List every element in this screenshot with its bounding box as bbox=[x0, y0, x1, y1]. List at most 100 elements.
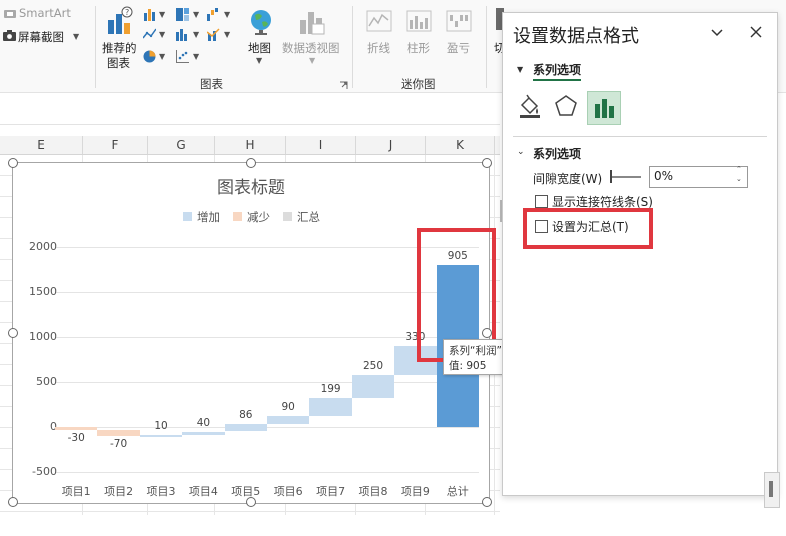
sparkline-winloss-icon[interactable] bbox=[446, 8, 472, 34]
column-header-F[interactable]: F bbox=[83, 136, 148, 154]
recommended-charts-label-2[interactable]: 图表 bbox=[107, 55, 130, 71]
waterfall-bar[interactable] bbox=[97, 429, 140, 436]
column-header-H[interactable]: H bbox=[215, 136, 286, 154]
chevron-down-icon[interactable]: ▼ bbox=[224, 30, 230, 39]
gridline bbox=[55, 472, 479, 473]
line-chart-icon[interactable] bbox=[142, 28, 157, 41]
series-options-tab[interactable] bbox=[587, 91, 621, 125]
sparkline-winloss-button[interactable]: 盈亏 bbox=[447, 40, 470, 56]
x-tick-label: 项目7 bbox=[316, 485, 346, 498]
waterfall-bar[interactable] bbox=[309, 397, 352, 416]
pie-chart-icon[interactable] bbox=[143, 50, 156, 63]
resize-handle[interactable] bbox=[246, 497, 256, 507]
resize-handle[interactable] bbox=[482, 158, 492, 168]
chevron-down-icon[interactable]: ▼ bbox=[193, 52, 199, 61]
waterfall-bar[interactable] bbox=[267, 415, 310, 424]
slider-thumb[interactable] bbox=[610, 170, 612, 183]
charts-group-label: 图表 bbox=[200, 77, 223, 91]
section-title[interactable]: 系列选项 bbox=[533, 145, 581, 162]
x-tick-label: 项目9 bbox=[400, 485, 430, 498]
x-tick-label: 项目4 bbox=[188, 485, 218, 498]
column-chart-icon[interactable] bbox=[143, 8, 156, 21]
scrollbar-thumb[interactable] bbox=[769, 481, 773, 497]
format-data-point-pane[interactable]: 设置数据点格式 ▼ 系列选项 ⌄ 系列选项 间隙宽度(W) 0% ⌃ ⌄ 显示连… bbox=[502, 12, 778, 496]
combo-chart-icon[interactable] bbox=[206, 28, 220, 41]
close-icon[interactable] bbox=[750, 26, 762, 38]
y-tick-label: 2000 bbox=[29, 240, 57, 253]
gap-width-input[interactable]: 0% ⌃ ⌄ bbox=[649, 165, 748, 188]
gridline bbox=[55, 382, 479, 383]
smartart-button[interactable]: SmartArt bbox=[19, 6, 71, 20]
spinner-up-icon[interactable]: ⌃ bbox=[736, 165, 742, 173]
gap-width-value: 0% bbox=[654, 169, 674, 183]
globe-icon[interactable] bbox=[249, 8, 273, 36]
fill-line-tab[interactable] bbox=[517, 93, 543, 119]
chevron-down-icon[interactable]: ▼ bbox=[224, 10, 230, 19]
column-header-J[interactable]: J bbox=[356, 136, 426, 154]
chevron-down-icon[interactable]: ▼ bbox=[73, 32, 79, 41]
chevron-down-icon[interactable]: ▼ bbox=[256, 56, 262, 65]
pane-options-chevron-icon[interactable] bbox=[710, 27, 724, 37]
data-label: -30 bbox=[67, 431, 85, 444]
column-header-K[interactable]: K bbox=[426, 136, 495, 154]
gridline bbox=[55, 247, 479, 248]
spinner-down-icon[interactable]: ⌄ bbox=[736, 175, 742, 183]
resize-handle[interactable] bbox=[482, 497, 492, 507]
dropdown-underline bbox=[533, 79, 581, 81]
x-tick-label: 项目8 bbox=[358, 485, 388, 498]
chevron-down-icon[interactable]: ▼ bbox=[309, 56, 315, 65]
gap-width-slider[interactable] bbox=[610, 170, 641, 183]
data-label: 250 bbox=[362, 360, 384, 373]
recommended-charts-label-1[interactable]: 推荐的 bbox=[102, 40, 137, 56]
sparkline-column-button[interactable]: 柱形 bbox=[407, 40, 430, 56]
series-options-dropdown[interactable]: 系列选项 bbox=[533, 61, 581, 78]
hierarchy-chart-icon[interactable] bbox=[176, 8, 189, 21]
chevron-down-icon[interactable]: ▼ bbox=[159, 10, 165, 19]
resize-handle[interactable] bbox=[246, 158, 256, 168]
formula-bar[interactable] bbox=[0, 100, 500, 125]
pivot-chart-button[interactable]: 数据透视图 bbox=[282, 40, 340, 56]
waterfall-bar[interactable] bbox=[182, 431, 225, 436]
resize-handle[interactable] bbox=[8, 328, 18, 338]
y-tick-label: -500 bbox=[32, 465, 57, 478]
chevron-down-icon[interactable]: ▼ bbox=[193, 10, 199, 19]
screenshot-button[interactable]: 屏幕截图 bbox=[18, 29, 64, 45]
x-tick-label: 项目6 bbox=[273, 485, 303, 498]
pane-title: 设置数据点格式 bbox=[513, 26, 639, 47]
paint-bucket-icon bbox=[520, 94, 540, 118]
caret-down-icon[interactable]: ▼ bbox=[517, 65, 523, 74]
dialog-launcher-icon[interactable] bbox=[339, 79, 348, 89]
y-tick-label: 1000 bbox=[29, 330, 57, 343]
effects-tab[interactable] bbox=[553, 93, 579, 119]
sparkline-column-icon[interactable] bbox=[406, 8, 432, 34]
data-label: 40 bbox=[196, 416, 211, 429]
chevron-down-icon[interactable]: ▼ bbox=[159, 52, 165, 61]
statistic-chart-icon[interactable] bbox=[176, 28, 189, 41]
column-header-E[interactable]: E bbox=[0, 136, 83, 154]
vertical-scrollbar[interactable] bbox=[764, 472, 780, 508]
map-button[interactable]: 地图 bbox=[248, 40, 271, 56]
chevron-down-icon[interactable]: ▼ bbox=[159, 30, 165, 39]
bar-chart-icon bbox=[595, 99, 614, 118]
waterfall-chart-icon[interactable] bbox=[207, 8, 220, 21]
waterfall-bar[interactable] bbox=[351, 375, 395, 398]
divider bbox=[486, 6, 487, 88]
show-connector-checkbox[interactable] bbox=[535, 195, 548, 208]
resize-handle[interactable] bbox=[8, 158, 18, 168]
data-label: 199 bbox=[320, 382, 341, 395]
section-collapse-icon[interactable]: ⌄ bbox=[517, 147, 525, 157]
resize-handle[interactable] bbox=[8, 497, 18, 507]
pivot-chart-icon[interactable] bbox=[298, 8, 326, 36]
waterfall-bar[interactable] bbox=[224, 423, 267, 432]
sparkline-line-icon[interactable] bbox=[366, 8, 392, 34]
waterfall-bar[interactable] bbox=[139, 435, 183, 438]
sparkline-line-button[interactable]: 折线 bbox=[367, 40, 390, 56]
column-header-G[interactable]: G bbox=[148, 136, 215, 154]
x-tick-label: 总计 bbox=[446, 485, 469, 498]
column-header-I[interactable]: I bbox=[286, 136, 356, 154]
scatter-chart-icon[interactable] bbox=[176, 50, 189, 63]
waterfall-bar[interactable] bbox=[55, 427, 98, 430]
recommended-charts-icon[interactable]: ? bbox=[106, 6, 136, 36]
tab-divider bbox=[513, 136, 767, 137]
chevron-down-icon[interactable]: ▼ bbox=[193, 30, 199, 39]
